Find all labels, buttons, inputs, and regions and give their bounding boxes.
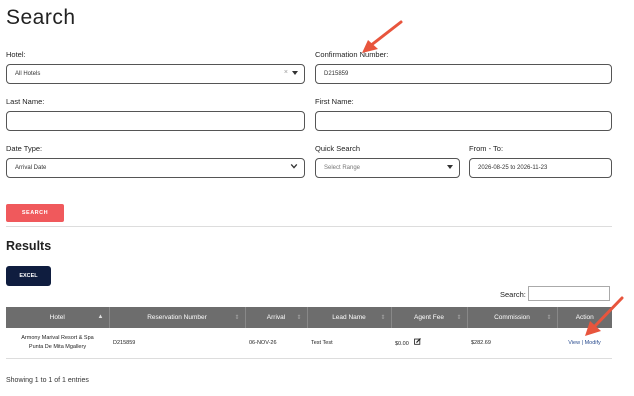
- arrival-cell: 06-NOV-26: [245, 328, 307, 359]
- confirmation-number-value: D215859: [324, 71, 349, 77]
- date-type-label: Date Type:: [6, 144, 43, 153]
- column-header-lead-name[interactable]: Lead Name ⇕: [307, 307, 392, 328]
- confirmation-number-label: Confirmation Number:: [315, 50, 389, 59]
- hotel-cell: Armony Marival Resort & Spa Punta De Mit…: [6, 328, 109, 359]
- excel-export-button[interactable]: EXCEL: [6, 266, 51, 286]
- table-header-row: Hotel ▲ Reservation Number ⇕ Arrival ⇕ L…: [6, 307, 612, 328]
- divider: [6, 226, 612, 227]
- sort-icon: ⇕: [296, 315, 302, 321]
- column-header-hotel[interactable]: Hotel ▲: [6, 307, 110, 328]
- commission-cell: $282.69: [467, 328, 557, 359]
- date-type-value: Arrival Date: [15, 165, 47, 171]
- table-info: Showing 1 to 1 of 1 entries: [6, 377, 89, 384]
- last-name-label: Last Name:: [6, 97, 45, 106]
- results-heading: Results: [6, 239, 52, 253]
- quick-search-select[interactable]: Select Range: [315, 158, 460, 178]
- caret-down-icon: [447, 165, 453, 169]
- agent-fee-value: $0.00: [395, 341, 409, 348]
- last-name-input[interactable]: [6, 111, 305, 131]
- sort-icon: ⇕: [456, 315, 462, 321]
- first-name-input[interactable]: [315, 111, 612, 131]
- search-button[interactable]: SEARCH: [6, 204, 64, 222]
- quick-search-placeholder: Select Range: [324, 165, 361, 171]
- clear-icon[interactable]: ×: [284, 69, 288, 76]
- date-range-value: 2026-08-25 to 2026-11-23: [478, 165, 548, 171]
- page-title: Search: [6, 6, 76, 29]
- edit-icon[interactable]: [414, 338, 422, 345]
- from-to-label: From - To:: [469, 144, 504, 153]
- view-link[interactable]: View: [568, 340, 580, 346]
- confirmation-number-input[interactable]: D215859: [315, 64, 612, 84]
- table-search-input[interactable]: [528, 286, 610, 301]
- column-header-arrival[interactable]: Arrival ⇕: [245, 307, 308, 328]
- hotel-select[interactable]: All Hotels ×: [6, 64, 305, 84]
- action-cell: View | Modify: [557, 328, 612, 359]
- caret-down-icon: [292, 71, 298, 75]
- chevron-down-icon: [290, 163, 298, 169]
- modify-link[interactable]: Modify: [585, 340, 601, 346]
- lead-name-cell: Test Test: [307, 328, 391, 359]
- column-header-action[interactable]: Action: [557, 307, 612, 328]
- agent-fee-cell: $0.00: [391, 328, 467, 359]
- table-row: Armony Marival Resort & Spa Punta De Mit…: [6, 328, 612, 359]
- hotel-label: Hotel:: [6, 50, 26, 59]
- date-range-input[interactable]: 2026-08-25 to 2026-11-23: [469, 158, 612, 178]
- quick-search-label: Quick Search: [315, 144, 361, 153]
- reservation-number-cell: D215859: [109, 328, 245, 359]
- column-header-commission[interactable]: Commission ⇕: [467, 307, 558, 328]
- sort-asc-icon: ▲: [97, 314, 104, 320]
- column-header-agent-fee[interactable]: Agent Fee ⇕: [391, 307, 468, 328]
- results-table: Hotel ▲ Reservation Number ⇕ Arrival ⇕ L…: [6, 307, 612, 359]
- hotel-select-value: All Hotels: [15, 71, 41, 77]
- sort-icon: ⇕: [380, 315, 386, 321]
- date-type-select[interactable]: Arrival Date: [6, 158, 305, 178]
- sort-icon: ⇕: [546, 315, 552, 321]
- sort-icon: ⇕: [234, 315, 240, 321]
- column-header-reservation-number[interactable]: Reservation Number ⇕: [109, 307, 246, 328]
- first-name-label: First Name:: [315, 97, 354, 106]
- table-search-label: Search:: [500, 290, 526, 299]
